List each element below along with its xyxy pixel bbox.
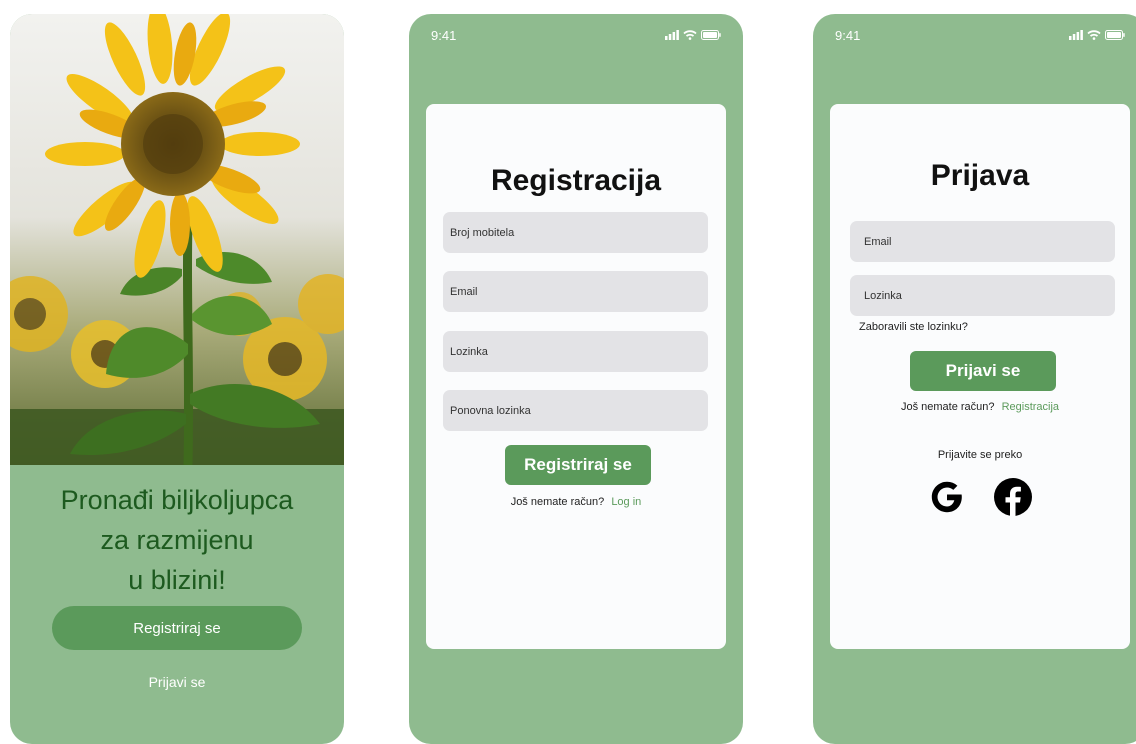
wifi-icon	[683, 30, 697, 40]
page-title: Prijava	[930, 159, 1030, 192]
social-login-buttons	[830, 477, 1130, 517]
signal-icon	[1069, 30, 1083, 40]
login-link[interactable]: Log in	[611, 496, 641, 508]
password-field[interactable]	[850, 275, 1115, 316]
onboarding-screen: Pronađi biljkoljupca za razmijenu u bliz…	[10, 14, 344, 744]
registration-screen: 9:41 Registracija Registriraj se Još nem…	[409, 14, 743, 744]
wifi-icon	[1087, 30, 1101, 40]
register-prompt: Još nemate račun? Registracija	[830, 401, 1130, 413]
register-prompt-text: Još nemate račun?	[900, 401, 995, 413]
google-icon[interactable]	[927, 477, 967, 517]
register-submit-button[interactable]: Registriraj se	[505, 445, 651, 485]
tagline: Pronađi biljkoljupca za razmijenu u bliz…	[60, 485, 294, 595]
email-field[interactable]	[443, 271, 708, 312]
battery-icon	[701, 30, 721, 40]
registration-card: Registracija Registriraj se Još nemate r…	[426, 104, 726, 649]
login-link[interactable]: Prijavi se	[10, 674, 344, 690]
login-prompt: Još nemate račun? Log in	[426, 496, 726, 508]
social-login-label: Prijavite se preko	[937, 449, 1023, 461]
status-icons	[1069, 30, 1125, 40]
login-screen: 9:41 Prijava Zaboravili ste lozinku? Pri…	[813, 14, 1136, 744]
email-field[interactable]	[850, 221, 1115, 262]
login-submit-button[interactable]: Prijavi se	[910, 351, 1056, 391]
phone-field[interactable]	[443, 212, 708, 253]
status-time: 9:41	[835, 28, 861, 43]
register-link[interactable]: Registracija	[1002, 401, 1059, 413]
register-button[interactable]: Registriraj se	[52, 606, 302, 650]
facebook-icon[interactable]	[993, 477, 1033, 517]
forgot-password-link[interactable]: Zaboravili ste lozinku?	[859, 321, 968, 333]
sunflower-image	[10, 14, 344, 465]
battery-icon	[1105, 30, 1125, 40]
page-title: Registracija	[490, 164, 662, 197]
status-bar: 9:41	[835, 28, 1125, 46]
status-bar: 9:41	[431, 28, 721, 46]
repeat-password-field[interactable]	[443, 390, 708, 431]
signal-icon	[665, 30, 679, 40]
password-field[interactable]	[443, 331, 708, 372]
status-icons	[665, 30, 721, 40]
login-prompt-text: Još nemate račun?	[510, 496, 605, 508]
status-time: 9:41	[431, 28, 457, 43]
login-card: Prijava Zaboravili ste lozinku? Prijavi …	[830, 104, 1130, 649]
